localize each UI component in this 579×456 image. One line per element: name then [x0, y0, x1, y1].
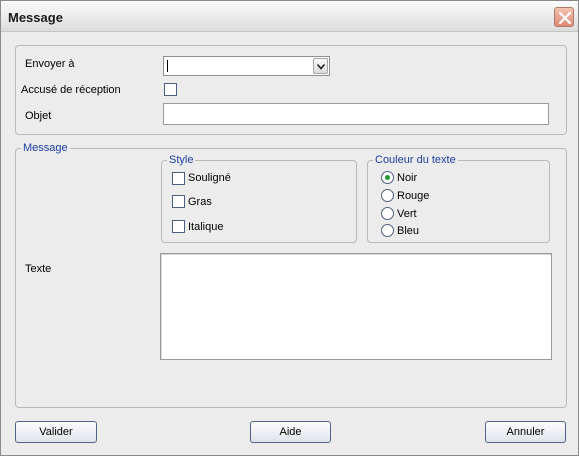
recipient-combobox[interactable]	[163, 56, 330, 76]
color-blue-label: Bleu	[397, 225, 420, 237]
receipt-checkbox[interactable]	[164, 83, 177, 96]
validate-button[interactable]: Valider	[15, 421, 97, 443]
chevron-down-icon	[317, 64, 325, 70]
color-black-radio[interactable]	[381, 171, 394, 184]
underline-label: Souligné	[188, 172, 231, 184]
italic-label: Italique	[188, 221, 224, 233]
cancel-button[interactable]: Annuler	[485, 421, 566, 443]
italic-checkbox[interactable]	[172, 220, 185, 233]
message-group-legend: Message	[21, 142, 70, 154]
recipient-label: Envoyer à	[25, 58, 75, 70]
style-group-legend: Style	[167, 154, 196, 166]
underline-checkbox[interactable]	[172, 172, 185, 185]
recipient-dropdown-button[interactable]	[313, 58, 328, 74]
subject-label: Objet	[25, 110, 52, 122]
title-bar[interactable]: Message	[1, 1, 578, 32]
color-red-label: Rouge	[397, 190, 430, 202]
bold-checkbox[interactable]	[172, 195, 185, 208]
text-color-group	[367, 160, 550, 243]
text-label: Texte	[25, 263, 52, 275]
receipt-label: Accusé de réception	[21, 84, 121, 96]
color-green-label: Vert	[397, 208, 417, 220]
message-text-area[interactable]	[160, 253, 552, 360]
color-red-radio[interactable]	[381, 189, 394, 202]
window-title: Message	[8, 10, 63, 25]
close-button[interactable]	[554, 7, 574, 27]
bold-label: Gras	[188, 196, 212, 208]
color-green-radio[interactable]	[381, 207, 394, 220]
message-dialog: Message Envoyer à Accusé de réception Ob…	[0, 0, 579, 456]
color-blue-radio[interactable]	[381, 224, 394, 237]
color-black-label: Noir	[397, 172, 418, 184]
text-color-group-legend: Couleur du texte	[373, 154, 458, 166]
subject-input[interactable]	[163, 103, 549, 125]
help-button[interactable]: Aide	[250, 421, 331, 443]
close-icon	[559, 12, 571, 24]
text-cursor	[167, 60, 168, 72]
